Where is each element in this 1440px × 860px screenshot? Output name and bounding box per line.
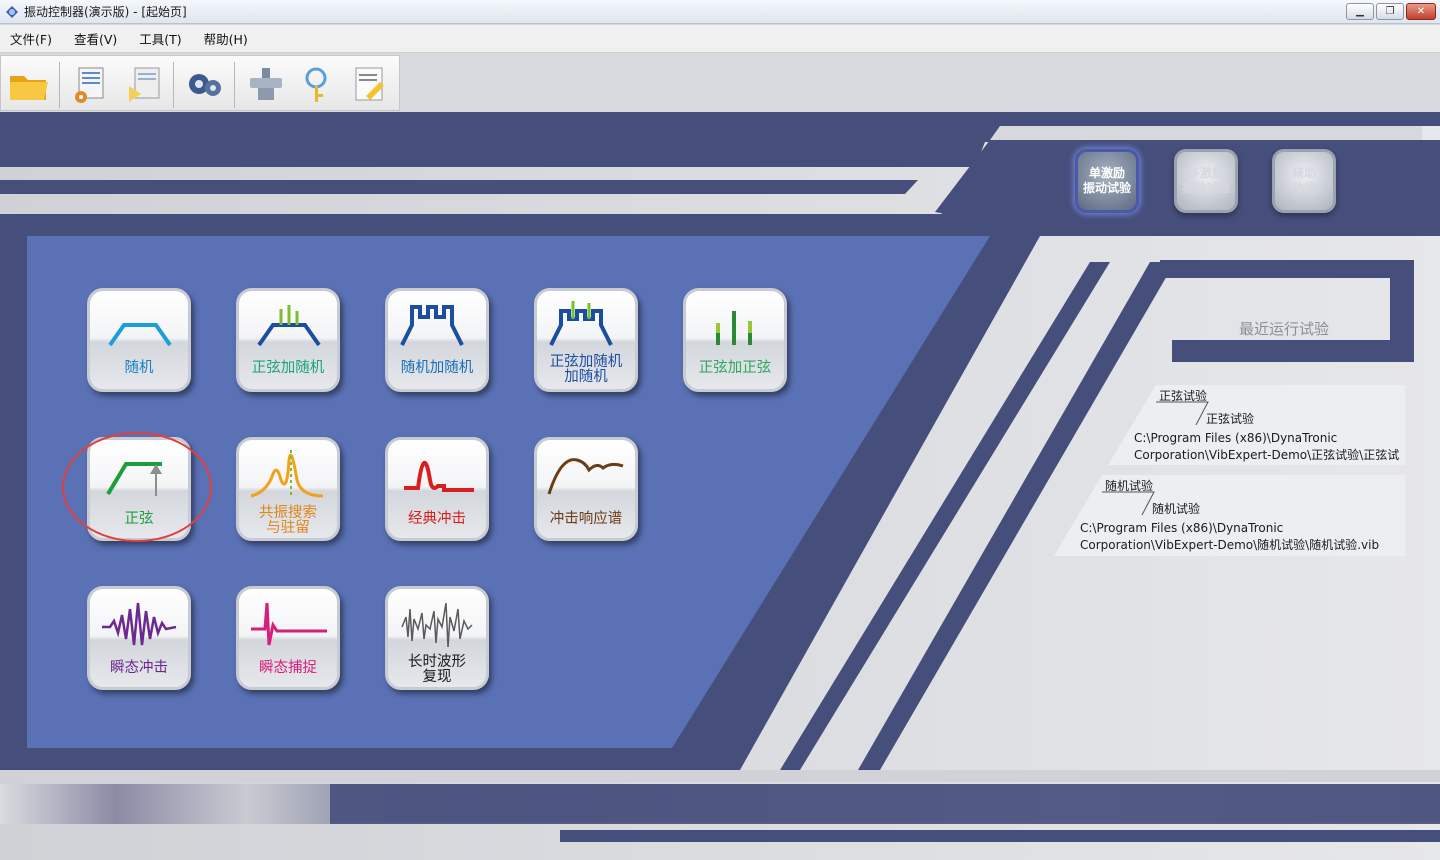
menu-tools[interactable]: 工具(T) bbox=[135, 27, 185, 50]
multi-excitation-label: 多激励 振动试验 bbox=[1181, 166, 1230, 195]
tree-connector bbox=[1102, 491, 1155, 515]
recent-tests-title: 最近运行试验 bbox=[1238, 320, 1329, 338]
test-resonance-search-dwell-button[interactable]: 共振搜索 与驻留 bbox=[236, 437, 340, 541]
test-sine-on-sine-button[interactable]: 正弦加正弦 bbox=[683, 288, 787, 392]
app-icon bbox=[6, 6, 18, 18]
toolbar bbox=[0, 54, 1440, 112]
test-sine-on-random-button[interactable]: 正弦加随机 bbox=[236, 288, 340, 392]
test-shock-response-spectrum-label: 冲击响应谱 bbox=[549, 511, 623, 527]
search-key-icon[interactable] bbox=[296, 64, 340, 106]
test-random-label: 随机 bbox=[124, 360, 154, 376]
recent-test-path-line1: C:\Program Files (x86)\DynaTronic bbox=[1134, 431, 1338, 445]
test-long-waveform-replication-button[interactable]: 长时波形 复现 bbox=[385, 586, 489, 690]
restore-button[interactable]: ❐ bbox=[1376, 3, 1404, 20]
test-random-button[interactable]: 随机 bbox=[87, 288, 191, 392]
menu-help[interactable]: 帮助(H) bbox=[200, 27, 252, 50]
close-button[interactable]: ✕ bbox=[1406, 3, 1436, 20]
test-settings-icon[interactable] bbox=[69, 64, 113, 106]
test-sine-button[interactable]: 正弦 bbox=[87, 437, 191, 541]
auxiliary-functions-label: 辅助 功能 bbox=[1291, 166, 1316, 195]
auxiliary-functions-button[interactable]: 辅助 功能 bbox=[1272, 149, 1336, 213]
test-classical-shock-button[interactable]: 经典冲击 bbox=[385, 437, 489, 541]
test-transient-capture-label: 瞬态捕捉 bbox=[259, 660, 317, 676]
hardware-icon[interactable] bbox=[244, 64, 288, 106]
recent-test-item[interactable]: 随机试验 随机试验 C:\Program Files (x86)\DynaTro… bbox=[1054, 475, 1405, 556]
test-sine-label: 正弦 bbox=[124, 511, 154, 527]
menu-bar: 文件(F) 查看(V) 工具(T) 帮助(H) bbox=[0, 25, 1440, 53]
minimize-button[interactable]: ▁ bbox=[1346, 3, 1374, 20]
test-classical-shock-label: 经典冲击 bbox=[408, 511, 466, 527]
recent-test-path-line1: C:\Program Files (x86)\DynaTronic bbox=[1080, 521, 1284, 535]
start-page: 单激励 振动试验 多激励 振动试验 辅助 功能 随机 正弦加随机 随机加随机 正… bbox=[0, 112, 1440, 860]
test-transient-shock-button[interactable]: 瞬态冲击 bbox=[87, 586, 191, 690]
system-settings-gear-icon[interactable] bbox=[183, 64, 227, 106]
test-sine-random-random-button[interactable]: 正弦加随机 加随机 bbox=[534, 288, 638, 392]
single-excitation-label: 单激励 振动试验 bbox=[1082, 166, 1131, 195]
notes-icon[interactable] bbox=[348, 64, 392, 106]
tree-connector bbox=[1156, 401, 1209, 425]
single-excitation-button[interactable]: 单激励 振动试验 bbox=[1075, 149, 1139, 213]
run-test-icon[interactable] bbox=[123, 64, 167, 106]
test-long-waveform-replication-label: 长时波形 复现 bbox=[408, 654, 466, 685]
test-sine-on-random-label: 正弦加随机 bbox=[251, 360, 325, 376]
recent-test-item[interactable]: 正弦试验 正弦试验 C:\Program Files (x86)\DynaTro… bbox=[1108, 385, 1405, 465]
test-random-on-random-label: 随机加随机 bbox=[400, 360, 474, 376]
test-transient-capture-button[interactable]: 瞬态捕捉 bbox=[236, 586, 340, 690]
recent-test-name: 随机试验 bbox=[1152, 502, 1201, 516]
test-random-on-random-button[interactable]: 随机加随机 bbox=[385, 288, 489, 392]
multi-excitation-button[interactable]: 多激励 振动试验 bbox=[1174, 149, 1238, 213]
menu-file[interactable]: 文件(F) bbox=[6, 27, 56, 50]
test-sine-on-sine-label: 正弦加正弦 bbox=[698, 360, 772, 376]
test-sine-random-random-label: 正弦加随机 加随机 bbox=[549, 354, 623, 385]
test-shock-response-spectrum-button[interactable]: 冲击响应谱 bbox=[534, 437, 638, 541]
recent-test-path-line2: Corporation\VibExpert-Demo\正弦试验\正弦试 bbox=[1134, 448, 1400, 462]
title-bar: 振动控制器(演示版) - [起始页] ▁ ❐ ✕ bbox=[0, 0, 1440, 24]
window-title: 振动控制器(演示版) - [起始页] bbox=[24, 5, 187, 19]
test-transient-shock-label: 瞬态冲击 bbox=[110, 660, 168, 676]
test-resonance-search-dwell-label: 共振搜索 与驻留 bbox=[259, 505, 317, 536]
open-folder-icon[interactable] bbox=[7, 64, 51, 106]
recent-test-path-line2: Corporation\VibExpert-Demo\随机试验\随机试验.vib bbox=[1080, 538, 1380, 552]
recent-test-name: 正弦试验 bbox=[1206, 412, 1255, 426]
menu-view[interactable]: 查看(V) bbox=[70, 27, 121, 50]
